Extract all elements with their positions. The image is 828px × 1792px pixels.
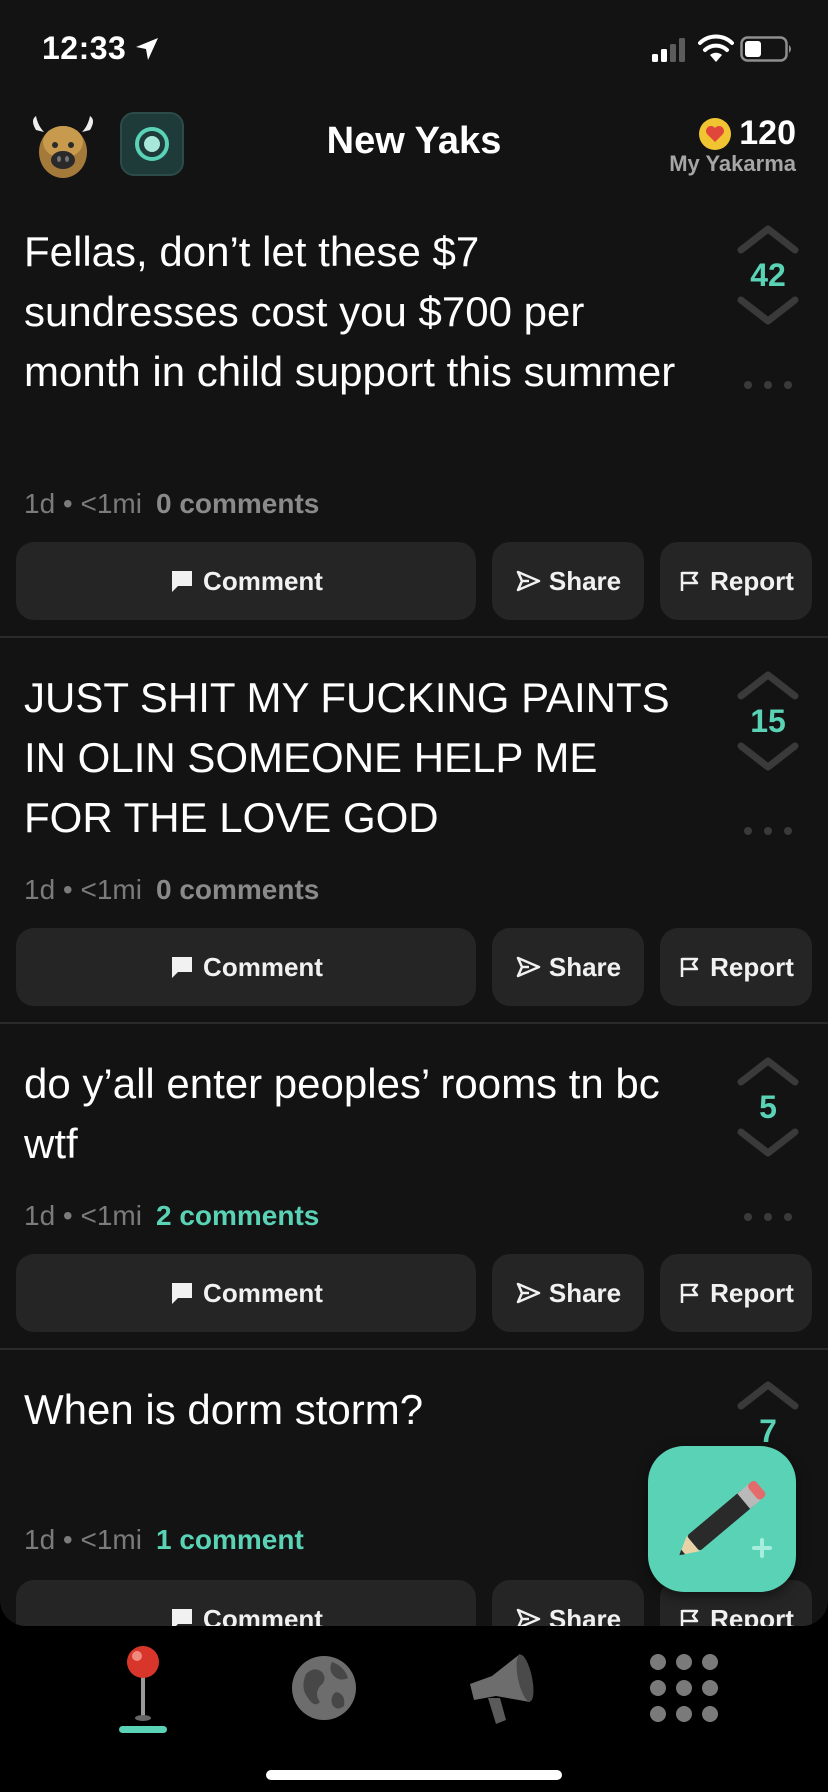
- pencil-plus-icon: [679, 1481, 772, 1558]
- comment-icon: [172, 1609, 193, 1626]
- share-button-label: Share: [548, 951, 622, 982]
- comment-icon: [172, 1283, 193, 1304]
- share-button[interactable]: Share: [492, 928, 644, 1006]
- share-icon: [516, 570, 541, 592]
- vote-count: 7: [759, 1413, 777, 1449]
- flag-icon: [680, 571, 699, 591]
- feed-panel[interactable]: 12:33 New Yaks 120 My Yakarma Fellas, do…: [0, 0, 828, 1626]
- post-age-distance: 1d • <1mi: [24, 1200, 142, 1231]
- comment-button-label: Comment: [203, 1277, 323, 1308]
- status-bar: 12:33: [0, 0, 828, 100]
- comment-button-label: Comment: [203, 565, 323, 596]
- globe-icon[interactable]: [284, 1640, 364, 1740]
- upvote-icon[interactable]: [735, 1054, 801, 1088]
- share-button[interactable]: Share: [492, 1580, 644, 1626]
- share-button-label: Share: [548, 565, 622, 596]
- battery-icon: [740, 36, 791, 62]
- post-age-distance: 1d • <1mi: [24, 874, 142, 905]
- yakarma-label: My Yakarma: [669, 151, 796, 176]
- comment-count-link[interactable]: 0 comments: [156, 488, 319, 519]
- upvote-icon[interactable]: [735, 1378, 801, 1412]
- share-icon: [516, 1282, 541, 1304]
- post-actions: Comment Share Report: [16, 542, 812, 620]
- tab-bar: [0, 1626, 828, 1792]
- vote-control: 7: [728, 1378, 808, 1450]
- post-actions: Comment Share Report: [16, 1254, 812, 1332]
- upvote-icon[interactable]: [735, 668, 801, 702]
- active-tab-indicator: [119, 1726, 167, 1733]
- grid-menu-icon[interactable]: [644, 1640, 724, 1740]
- share-icon: [516, 1608, 541, 1626]
- screen: 12:33 New Yaks 120 My Yakarma Fellas, do…: [0, 0, 828, 1792]
- yakarma-top: 120: [669, 114, 796, 153]
- comment-count-link[interactable]: 1 comment: [156, 1524, 304, 1555]
- compose-button[interactable]: [648, 1446, 796, 1592]
- report-button[interactable]: Report: [660, 1254, 812, 1332]
- post-text[interactable]: do y’all enter peoples’ rooms tn bc wtf: [24, 1054, 684, 1174]
- heart-icon: [699, 117, 732, 150]
- comment-button[interactable]: Comment: [16, 542, 476, 620]
- report-button-label: Report: [710, 1277, 794, 1308]
- report-button-label: Report: [710, 565, 794, 596]
- wifi-icon: [698, 34, 734, 62]
- cellular-signal-icon: [652, 38, 685, 62]
- post-age-distance: 1d • <1mi: [24, 1524, 142, 1555]
- map-pin-icon[interactable]: [103, 1640, 183, 1740]
- comment-button[interactable]: Comment: [16, 1580, 476, 1626]
- yakarma-score: 120: [739, 114, 796, 152]
- comment-icon: [172, 571, 193, 592]
- post-text[interactable]: When is dorm storm?: [24, 1380, 684, 1440]
- status-time: 12:33: [42, 30, 127, 66]
- share-icon: [516, 956, 541, 978]
- report-button[interactable]: Report: [660, 928, 812, 1006]
- post-meta: 1d • <1mi 2 comments: [24, 1200, 319, 1232]
- post-text[interactable]: JUST SHIT MY FUCKING PAINTS IN OLIN SOME…: [24, 668, 684, 848]
- yakarma[interactable]: 120 My Yakarma: [669, 114, 796, 177]
- divider: [0, 636, 828, 638]
- upvote-icon[interactable]: [735, 222, 801, 256]
- post-actions: Comment Share Report: [16, 928, 812, 1006]
- vote-count: 15: [750, 703, 786, 739]
- comment-icon: [172, 957, 193, 978]
- post-age-distance: 1d • <1mi: [24, 488, 142, 519]
- comment-button[interactable]: Comment: [16, 1254, 476, 1332]
- vote-count: 42: [750, 257, 786, 293]
- more-options-icon[interactable]: [742, 826, 794, 836]
- more-options-icon[interactable]: [742, 1212, 794, 1222]
- home-indicator[interactable]: [266, 1770, 562, 1780]
- comment-count-link[interactable]: 0 comments: [156, 874, 319, 905]
- more-options-icon[interactable]: [742, 380, 794, 390]
- vote-count: 5: [759, 1089, 777, 1125]
- comment-button[interactable]: Comment: [16, 928, 476, 1006]
- divider: [0, 1348, 828, 1350]
- location-arrow-icon: [136, 38, 158, 60]
- flag-icon: [680, 1609, 699, 1626]
- share-button-label: Share: [548, 1603, 622, 1627]
- flag-icon: [680, 957, 699, 977]
- megaphone-icon[interactable]: [462, 1640, 542, 1740]
- comment-button-label: Comment: [203, 1603, 323, 1627]
- report-button-label: Report: [710, 1603, 794, 1627]
- share-button[interactable]: Share: [492, 1254, 644, 1332]
- downvote-icon[interactable]: [735, 740, 801, 774]
- divider: [0, 1022, 828, 1024]
- post-meta: 1d • <1mi 0 comments: [24, 874, 319, 906]
- post-meta: 1d • <1mi 0 comments: [24, 488, 319, 520]
- downvote-icon[interactable]: [735, 1126, 801, 1160]
- share-button-label: Share: [548, 1277, 622, 1308]
- vote-control: 42: [728, 222, 808, 328]
- comment-button-label: Comment: [203, 951, 323, 982]
- downvote-icon[interactable]: [735, 294, 801, 328]
- post-text[interactable]: Fellas, don’t let these $7 sundresses co…: [24, 222, 684, 402]
- share-button[interactable]: Share: [492, 542, 644, 620]
- post-meta: 1d • <1mi 1 comment: [24, 1524, 304, 1556]
- comment-count-link[interactable]: 2 comments: [156, 1200, 319, 1231]
- vote-control: 15: [728, 668, 808, 774]
- report-button-label: Report: [710, 951, 794, 982]
- header: New Yaks 120 My Yakarma: [0, 100, 828, 200]
- report-button[interactable]: Report: [660, 542, 812, 620]
- vote-control: 5: [728, 1054, 808, 1160]
- flag-icon: [680, 1283, 699, 1303]
